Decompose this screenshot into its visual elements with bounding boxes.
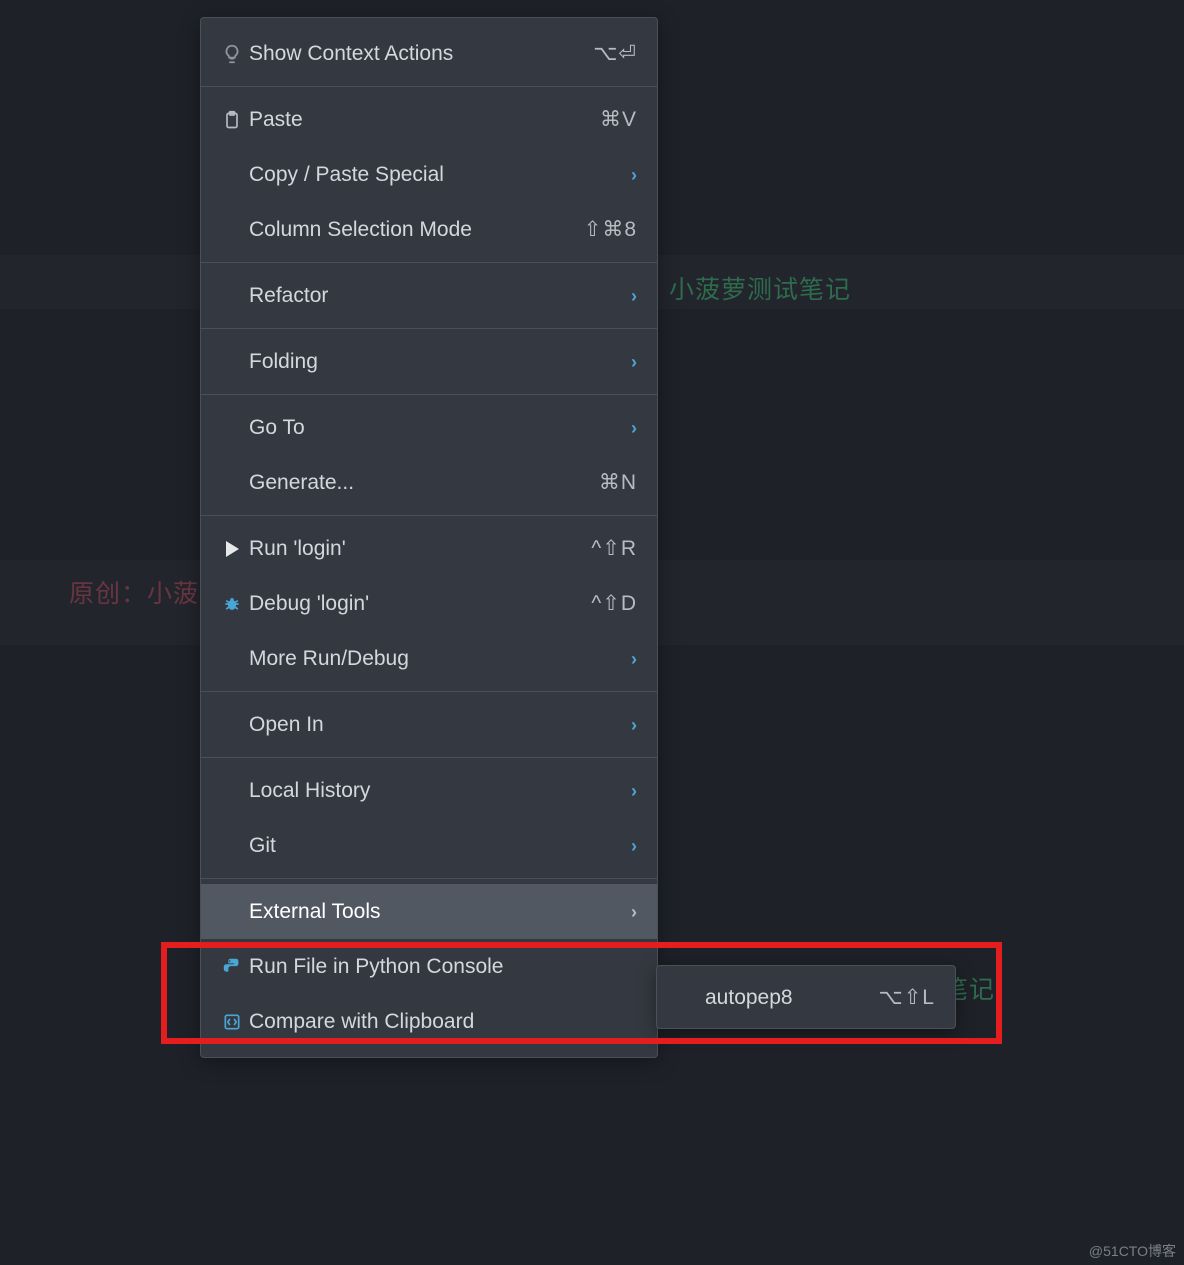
menu-label: Go To <box>247 417 631 438</box>
menu-run-python-console[interactable]: Run File in Python Console <box>201 939 657 994</box>
chevron-right-icon: › <box>631 419 637 437</box>
menu-shortcut: ^⇧R <box>591 538 637 559</box>
menu-compare-clipboard[interactable]: Compare with Clipboard <box>201 994 657 1049</box>
menu-label: Run File in Python Console <box>247 956 637 977</box>
menu-git[interactable]: Git › <box>201 818 657 873</box>
menu-label: Show Context Actions <box>247 43 593 64</box>
python-icon <box>217 956 247 978</box>
menu-shortcut: ⌘N <box>599 472 637 493</box>
submenu-autopep8[interactable]: autopep8 ⌥⇧L <box>657 971 955 1023</box>
menu-folding[interactable]: Folding › <box>201 334 657 389</box>
menu-label: Column Selection Mode <box>247 219 584 240</box>
separator <box>201 86 657 87</box>
menu-label: Paste <box>247 109 600 130</box>
clipboard-icon <box>217 109 247 131</box>
blog-watermark: @51CTO博客 <box>1089 1241 1176 1261</box>
compare-icon <box>217 1012 247 1032</box>
separator <box>201 394 657 395</box>
separator <box>201 757 657 758</box>
chevron-right-icon: › <box>631 353 637 371</box>
menu-label: autopep8 <box>703 987 879 1008</box>
separator <box>201 878 657 879</box>
menu-run-login[interactable]: Run 'login' ^⇧R <box>201 521 657 576</box>
menu-shortcut: ^⇧D <box>591 593 637 614</box>
menu-label: Open In <box>247 714 631 735</box>
separator <box>201 262 657 263</box>
menu-label: Compare with Clipboard <box>247 1011 637 1032</box>
menu-open-in[interactable]: Open In › <box>201 697 657 752</box>
menu-label: More Run/Debug <box>247 648 631 669</box>
menu-shortcut: ⌥⇧L <box>879 987 935 1008</box>
menu-debug-login[interactable]: Debug 'login' ^⇧D <box>201 576 657 631</box>
menu-label: Run 'login' <box>247 538 591 559</box>
chevron-right-icon: › <box>631 782 637 800</box>
menu-label: Git <box>247 835 631 856</box>
menu-label: Copy / Paste Special <box>247 164 631 185</box>
separator <box>201 328 657 329</box>
menu-refactor[interactable]: Refactor › <box>201 268 657 323</box>
chevron-right-icon: › <box>631 837 637 855</box>
menu-label: Folding <box>247 351 631 372</box>
menu-more-run-debug[interactable]: More Run/Debug › <box>201 631 657 686</box>
menu-shortcut: ⌥⏎ <box>593 43 637 64</box>
separator <box>201 515 657 516</box>
menu-label: Generate... <box>247 472 599 493</box>
play-icon <box>217 540 247 558</box>
chevron-right-icon: › <box>631 287 637 305</box>
menu-shortcut: ⌘V <box>600 109 637 130</box>
menu-label: Refactor <box>247 285 631 306</box>
bug-icon <box>217 594 247 614</box>
menu-generate[interactable]: Generate... ⌘N <box>201 455 657 510</box>
menu-label: Debug 'login' <box>247 593 591 614</box>
external-tools-submenu: autopep8 ⌥⇧L <box>656 965 956 1029</box>
menu-label: External Tools <box>247 901 631 922</box>
chevron-right-icon: › <box>631 166 637 184</box>
context-menu: Show Context Actions ⌥⏎ Paste ⌘V Copy / … <box>200 17 658 1058</box>
separator <box>201 691 657 692</box>
menu-show-context-actions[interactable]: Show Context Actions ⌥⏎ <box>201 26 657 81</box>
menu-column-selection-mode[interactable]: Column Selection Mode ⇧⌘8 <box>201 202 657 257</box>
menu-local-history[interactable]: Local History › <box>201 763 657 818</box>
chevron-right-icon: › <box>631 716 637 734</box>
chevron-right-icon: › <box>631 903 637 921</box>
menu-paste[interactable]: Paste ⌘V <box>201 92 657 147</box>
menu-shortcut: ⇧⌘8 <box>584 219 637 240</box>
menu-label: Local History <box>247 780 631 801</box>
menu-external-tools[interactable]: External Tools › <box>201 884 657 939</box>
menu-copy-paste-special[interactable]: Copy / Paste Special › <box>201 147 657 202</box>
menu-go-to[interactable]: Go To › <box>201 400 657 455</box>
chevron-right-icon: › <box>631 650 637 668</box>
lightbulb-icon <box>217 43 247 65</box>
